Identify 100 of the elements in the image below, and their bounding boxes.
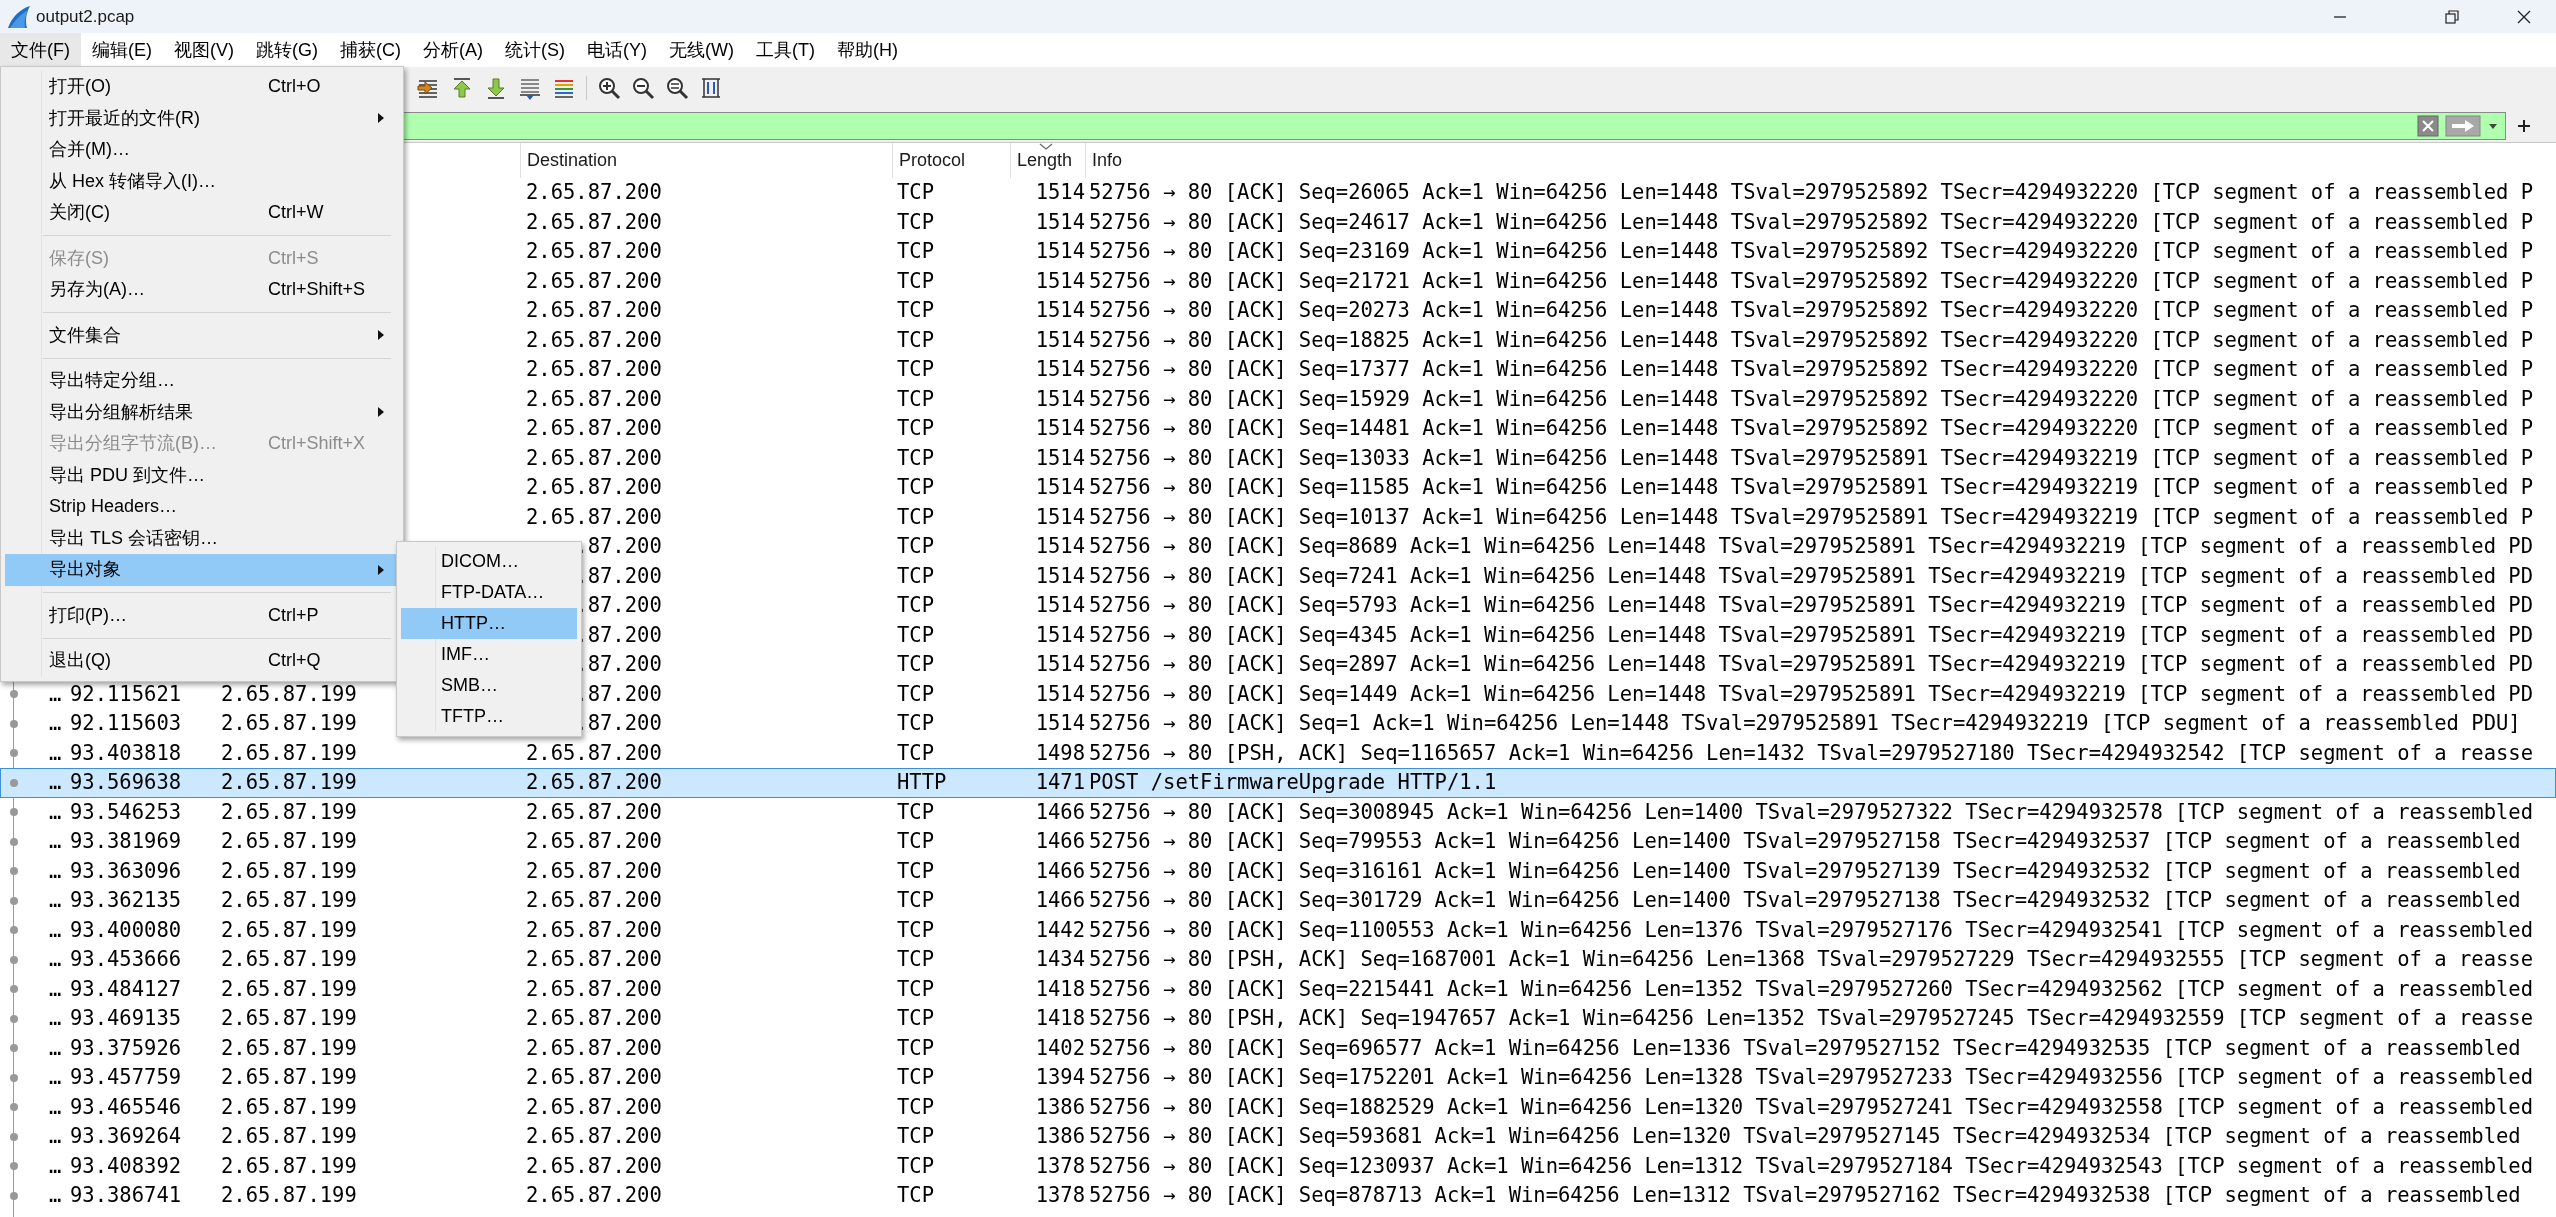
destination-cell-text: 2.65.87.200 [526, 916, 662, 944]
restore-icon[interactable] [2444, 8, 2460, 25]
menu-item[interactable]: DICOM… [401, 546, 577, 577]
protocol-cell: TCP [897, 416, 935, 441]
menu-bar-item[interactable]: 无线(W) [658, 33, 745, 67]
menu-item[interactable]: 关闭(C) Ctrl+W [5, 197, 399, 229]
info-cell: 52756 → 80 [ACK] Seq=1230937 Ack=1 Win=64256 Len=1312 TSval=2979527184 TSecr=4294932543 [TCP segment of a reassembled [1089, 1153, 2534, 1178]
info-cell: 52756 → 80 [ACK] Seq=4345 Ack=1 Win=64256 Len=1448 TSval=2979525891 TSecr=4294932219 [TCP segment of a reassembled PD [1089, 622, 2534, 647]
length-cell: 1514 [1035, 504, 1085, 529]
protocol-cell: TCP [897, 593, 935, 618]
zoom-in-icon[interactable] [597, 76, 621, 100]
menu-bar-item[interactable]: 帮助(H) [825, 33, 909, 67]
zoom-reset-icon[interactable] [665, 76, 689, 100]
menu-item[interactable]: 导出 TLS 会话密钥… [5, 522, 399, 554]
protocol-cell: TCP [897, 180, 935, 205]
menu-item[interactable]: HTTP… [401, 608, 577, 639]
menu-bar-item[interactable]: 文件(F) [0, 33, 81, 67]
info-cell: 52756 → 80 [ACK] Seq=301729 Ack=1 Win=64256 Len=1400 TSval=2979527138 TSecr=4294932532 [TCP segment of a reassembled [1089, 888, 2521, 913]
info-cell: 52756 → 80 [ACK] Seq=593681 Ack=1 Win=64256 Len=1320 TSval=2979527145 TSecr=4294932534 [TCP segment of a reassembled [1089, 1124, 2521, 1149]
menu-bar-item[interactable]: 电话(Y) [576, 33, 658, 67]
destination-cell-text: 2.65.87.200 [526, 238, 662, 266]
menu-item[interactable]: 退出(Q) Ctrl+Q [5, 645, 399, 677]
menu-bar-item[interactable]: 工具(T) [744, 33, 826, 67]
info-cell: 52756 → 80 [ACK] Seq=10137 Ack=1 Win=64256 Len=1448 TSval=2979525891 TSecr=4294932219 [TCP segment of a reassembled P [1089, 504, 2534, 529]
length-cell: 1434 [1035, 947, 1085, 972]
menu-bar-item[interactable]: 捕获(C) [329, 33, 412, 67]
number-cell: … [49, 829, 62, 854]
length-cell: 1514 [1035, 239, 1085, 264]
protocol-cell: TCP [897, 888, 935, 913]
info-cell: 52756 → 80 [ACK] Seq=13033 Ack=1 Win=64256 Len=1448 TSval=2979525891 TSecr=4294932219 [TCP segment of a reassembled P [1089, 445, 2534, 470]
info-cell: 52756 → 80 [ACK] Seq=14481 Ack=1 Win=64256 Len=1448 TSval=2979525892 TSecr=4294932220 [TCP segment of a reassembled P [1089, 416, 2534, 441]
number-cell: … [49, 1124, 62, 1149]
info-cell: POST /setFirmwareUpgrade HTTP/1.1 [1089, 770, 1497, 795]
protocol-cell: TCP [897, 740, 935, 765]
close-icon[interactable] [2516, 8, 2532, 25]
number-cell: … [49, 681, 62, 706]
protocol-cell: TCP [897, 799, 935, 824]
menu-item[interactable]: 从 Hex 转储导入(I)… [5, 165, 399, 197]
protocol-cell: TCP [897, 475, 935, 500]
time-cell: 93.362135 [70, 888, 182, 913]
menu-item[interactable]: SMB… [401, 670, 577, 701]
time-cell: 93.386741 [70, 1183, 182, 1208]
menu-bar-item[interactable]: 统计(S) [494, 33, 576, 67]
info-cell: 52756 → 80 [ACK] Seq=1752201 Ack=1 Win=64256 Len=1328 TSval=2979527233 TSecr=4294932556 [TCP segment of a reassembled [1089, 1065, 2534, 1090]
resize-columns-icon[interactable] [699, 76, 723, 100]
protocol-cell: HTTP [897, 770, 947, 795]
menu-item[interactable]: 另存为(A)… Ctrl+Shift+S [5, 274, 399, 306]
protocol-cell: TCP [897, 1065, 935, 1090]
menu-item[interactable]: 导出 PDU 到文件… [5, 459, 399, 491]
number-cell: … [49, 1094, 62, 1119]
menu-item[interactable]: 打开最近的文件(R) [5, 102, 399, 134]
menu-item[interactable]: 打开(O) Ctrl+O [5, 71, 399, 103]
info-cell: 52756 → 80 [ACK] Seq=20273 Ack=1 Win=64256 Len=1448 TSval=2979525892 TSecr=4294932220 [TCP segment of a reassembled P [1089, 298, 2534, 323]
protocol-cell: TCP [897, 357, 935, 382]
info-cell: 52756 → 80 [ACK] Seq=316161 Ack=1 Win=64256 Len=1400 TSval=2979527139 TSecr=4294932532 [TCP segment of a reassembled [1089, 858, 2521, 883]
length-cell: 1402 [1035, 1035, 1085, 1060]
menu-bar-item[interactable]: 分析(A) [412, 33, 494, 67]
menu-bar-item[interactable]: 视图(V) [163, 33, 245, 67]
column-header[interactable]: Length [1010, 143, 1085, 178]
selected-packet-row[interactable]: … 93.569638 2.65.87.199 2.65.87.200 HTTP 1471 POST /setFirmwareUpgrade HTTP/1.1 [0, 768, 2556, 798]
destination-cell-text: 2.65.87.200 [526, 1064, 662, 1092]
length-cell: 1514 [1035, 681, 1085, 706]
clear-filter-icon[interactable] [2417, 114, 2439, 137]
protocol-cell: TCP [897, 268, 935, 293]
destination-cell-text: 2.65.87.200 [526, 769, 662, 797]
column-header[interactable]: Info [1085, 143, 2556, 178]
source-cell: 2.65.87.199 [221, 711, 357, 736]
menu-item[interactable]: TFTP… [401, 701, 577, 732]
destination-cell-text: 2.65.87.200 [526, 208, 662, 236]
length-cell: 1514 [1035, 563, 1085, 588]
apply-filter-icon[interactable] [2445, 114, 2481, 137]
length-cell: 1471 [1035, 770, 1085, 795]
column-header[interactable]: Protocol [892, 143, 1010, 178]
menu-item[interactable]: IMF… [401, 639, 577, 670]
window-title: output2.pcap [36, 5, 135, 28]
length-cell: 1394 [1035, 1065, 1085, 1090]
length-cell: 1386 [1035, 1094, 1085, 1119]
menu-item[interactable]: FTP-DATA… [401, 577, 577, 608]
menu-bar-item[interactable]: 编辑(E) [81, 33, 163, 67]
menu-bar-item[interactable]: 跳转(G) [245, 33, 329, 67]
protocol-cell: TCP [897, 298, 935, 323]
source-cell: 2.65.87.199 [221, 1094, 357, 1119]
menu-item[interactable]: 导出特定分组… [5, 365, 399, 397]
source-cell: 2.65.87.199 [221, 858, 357, 883]
time-cell: 93.363096 [70, 858, 182, 883]
menu-item[interactable]: Strip Headers… [5, 491, 399, 523]
menu-item[interactable]: 打印(P)… Ctrl+P [5, 599, 399, 631]
destination-cell-text: .87.200 [574, 680, 662, 708]
menu-item[interactable]: 导出分组解析结果 [5, 396, 399, 428]
number-cell: … [49, 770, 62, 795]
menu-item[interactable]: 文件集合 [5, 319, 399, 351]
add-filter-icon[interactable] [2516, 117, 2532, 134]
length-cell: 1514 [1035, 534, 1085, 559]
autoscroll-icon[interactable] [518, 76, 542, 100]
menu-item[interactable]: 导出对象 [5, 554, 399, 586]
info-cell: 52756 → 80 [ACK] Seq=11585 Ack=1 Win=64256 Len=1448 TSval=2979525891 TSecr=4294932219 [TCP segment of a reassembled P [1089, 475, 2534, 500]
info-cell: 52756 → 80 [ACK] Seq=15929 Ack=1 Win=64256 Len=1448 TSval=2979525892 TSecr=4294932220 [TCP segment of a reassembled P [1089, 386, 2534, 411]
zoom-out-icon[interactable] [631, 76, 655, 100]
column-header[interactable]: Destination [520, 143, 892, 178]
menu-item[interactable]: 合并(M)… [5, 134, 399, 166]
